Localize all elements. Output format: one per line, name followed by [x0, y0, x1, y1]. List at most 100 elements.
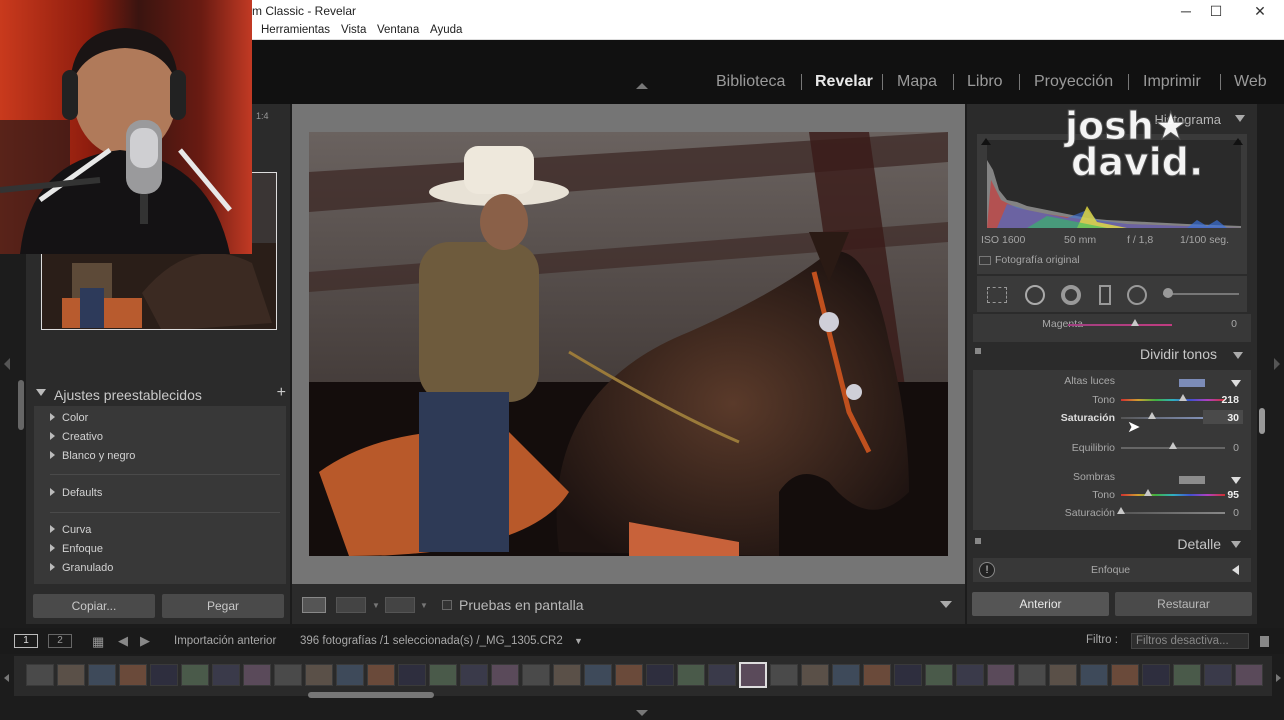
filmstrip-thumbnail[interactable]: [88, 664, 116, 686]
crop-tool-icon[interactable]: [987, 287, 1007, 303]
detail-header[interactable]: Detalle: [973, 532, 1251, 556]
dropdown-arrow-icon[interactable]: ▼: [372, 601, 380, 610]
filmstrip-thumbnail[interactable]: [863, 664, 891, 686]
original-photo-checkbox[interactable]: [979, 256, 991, 265]
filmstrip-thumbnail[interactable]: [770, 664, 798, 686]
status-dropdown-icon[interactable]: ▼: [574, 636, 583, 646]
red-eye-icon[interactable]: [1061, 285, 1081, 305]
filmstrip-right-arrow-icon[interactable]: [1276, 674, 1281, 682]
filmstrip-thumbnail[interactable]: [274, 664, 302, 686]
toolbar-menu-arrow-icon[interactable]: [940, 601, 952, 608]
brush-handle-icon[interactable]: [1163, 288, 1173, 298]
radial-filter-icon[interactable]: [1127, 285, 1147, 305]
filmstrip-thumbnail[interactable]: [1049, 664, 1077, 686]
filmstrip-thumbnail[interactable]: [1111, 664, 1139, 686]
module-imprimir[interactable]: Imprimir: [1143, 73, 1201, 91]
filmstrip-thumbnail[interactable]: [429, 664, 457, 686]
image-canvas[interactable]: [292, 104, 965, 584]
filmstrip-thumbnail[interactable]: [212, 664, 240, 686]
panel-toggle-icon[interactable]: [975, 348, 981, 354]
lock-icon[interactable]: [1260, 636, 1269, 647]
highlights-hue-thumb[interactable]: [1179, 394, 1188, 401]
filmstrip-thumbnail[interactable]: [398, 664, 426, 686]
reset-button[interactable]: Restaurar: [1115, 592, 1252, 616]
collapse-triangle-icon[interactable]: [1235, 115, 1245, 122]
filmstrip-thumbnail[interactable]: [832, 664, 860, 686]
filmstrip-thumbnail[interactable]: [305, 664, 333, 686]
filmstrip-thumbnail[interactable]: [460, 664, 488, 686]
paste-settings-button[interactable]: Pegar: [162, 594, 284, 618]
filmstrip-thumbnail[interactable]: [739, 662, 767, 688]
highlight-clipping-icon[interactable]: [1233, 138, 1243, 145]
warning-icon[interactable]: !: [979, 562, 995, 578]
highlights-picker-icon[interactable]: [1231, 380, 1241, 387]
filmstrip-left-arrow-icon[interactable]: [4, 674, 9, 682]
copy-settings-button[interactable]: Copiar...: [33, 594, 155, 618]
shadows-picker-icon[interactable]: [1231, 477, 1241, 484]
navigator-zoom[interactable]: 1:4: [256, 111, 269, 121]
previous-settings-button[interactable]: Anterior: [972, 592, 1109, 616]
preset-folder-curva[interactable]: Curva: [50, 524, 91, 536]
preset-folder-color[interactable]: Color: [50, 412, 88, 424]
filmstrip-thumbnail[interactable]: [1142, 664, 1170, 686]
close-button[interactable]: ✕: [1240, 1, 1280, 21]
filmstrip-thumbnail[interactable]: [956, 664, 984, 686]
filmstrip-thumbnail[interactable]: [987, 664, 1015, 686]
filmstrip-thumbnail[interactable]: [801, 664, 829, 686]
module-mapa[interactable]: Mapa: [897, 73, 937, 91]
filmstrip-thumbnail[interactable]: [119, 664, 147, 686]
module-proyeccion[interactable]: Proyección: [1034, 73, 1113, 91]
shadows-saturation-thumb[interactable]: [1117, 507, 1125, 514]
presets-panel-header[interactable]: Ajustes preestablecidos +: [34, 384, 286, 406]
preset-folder-blanco-y-negro[interactable]: Blanco y negro: [50, 450, 135, 462]
left-panel-toggle-icon[interactable]: [4, 358, 10, 370]
expand-left-icon[interactable]: [1232, 565, 1239, 575]
grid-view-icon[interactable]: ▦: [92, 634, 104, 650]
filmstrip-thumbnail[interactable]: [1235, 664, 1263, 686]
soft-proofing-checkbox[interactable]: [442, 600, 452, 610]
filmstrip-thumbnail[interactable]: [1204, 664, 1232, 686]
highlights-color-swatch[interactable]: [1179, 379, 1205, 387]
module-revelar[interactable]: Revelar: [815, 73, 873, 91]
brush-slider-icon[interactable]: [1163, 293, 1239, 295]
filmstrip-source[interactable]: Importación anterior: [174, 635, 276, 647]
filmstrip-thumbnail[interactable]: [708, 664, 736, 686]
filmstrip-thumbnail[interactable]: [894, 664, 922, 686]
back-arrow-icon[interactable]: ◀: [118, 633, 128, 649]
collapse-bottom-arrow-icon[interactable]: [636, 710, 648, 716]
filmstrip-thumbnail[interactable]: [1173, 664, 1201, 686]
panel-toggle-icon[interactable]: [975, 538, 981, 544]
filmstrip-thumbnail[interactable]: [181, 664, 209, 686]
secondary-window-button[interactable]: 2: [48, 634, 72, 648]
module-biblioteca[interactable]: Biblioteca: [716, 73, 785, 91]
filmstrip-thumbnail[interactable]: [584, 664, 612, 686]
hsl-magenta-slider[interactable]: [1068, 324, 1172, 326]
menu-herramientas[interactable]: Herramientas: [261, 24, 330, 36]
preset-folder-defaults[interactable]: Defaults: [50, 487, 102, 499]
preset-folder-creativo[interactable]: Creativo: [50, 431, 103, 443]
filmstrip-thumbnail[interactable]: [553, 664, 581, 686]
dropdown-arrow-icon[interactable]: ▼: [420, 601, 428, 610]
left-panel-scrollbar[interactable]: [18, 380, 24, 430]
module-libro[interactable]: Libro: [967, 73, 1003, 91]
spot-removal-icon[interactable]: [1025, 285, 1045, 305]
before-after-view-icon[interactable]: [336, 597, 366, 613]
right-panel-toggle-icon[interactable]: [1274, 358, 1280, 370]
menu-vista[interactable]: Vista: [341, 24, 366, 36]
menu-ayuda[interactable]: Ayuda: [430, 24, 462, 36]
preset-folder-granulado[interactable]: Granulado: [50, 562, 113, 574]
filmstrip-thumbnail[interactable]: [150, 664, 178, 686]
filmstrip-thumbnail[interactable]: [243, 664, 271, 686]
module-web[interactable]: Web: [1234, 73, 1267, 91]
filmstrip-thumbnail[interactable]: [522, 664, 550, 686]
collapse-triangle-icon[interactable]: [1231, 541, 1241, 548]
filmstrip-thumbnail[interactable]: [491, 664, 519, 686]
loupe-view-icon[interactable]: [302, 597, 326, 613]
filmstrip-thumbnail[interactable]: [677, 664, 705, 686]
photo-preview[interactable]: [309, 132, 948, 556]
filmstrip-thumbnail[interactable]: [26, 664, 54, 686]
filmstrip-thumbnail[interactable]: [1018, 664, 1046, 686]
shadow-clipping-icon[interactable]: [981, 138, 991, 145]
maximize-button[interactable]: ☐: [1196, 1, 1236, 21]
highlights-saturation-value[interactable]: 30: [1199, 412, 1239, 424]
